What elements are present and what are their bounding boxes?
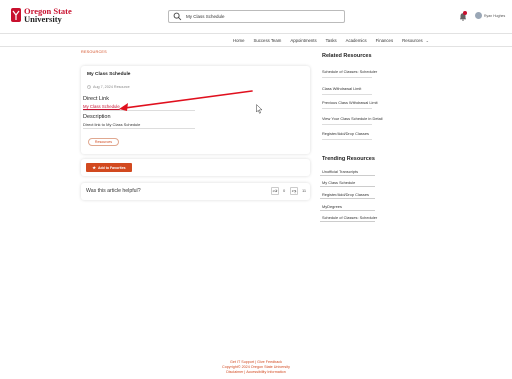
user-name: Ryan Hughes bbox=[484, 13, 506, 18]
osu-logo-mark-icon bbox=[11, 8, 21, 22]
thumbs-up-count: 0 bbox=[283, 188, 286, 193]
page-footer: Get IT Support | Give Feedback Copyright… bbox=[0, 360, 512, 375]
nav-appointments[interactable]: Appointments bbox=[290, 38, 316, 43]
add-to-favorites-button[interactable]: ★ Add to Favorites bbox=[86, 163, 132, 172]
description-label: Description bbox=[83, 114, 111, 120]
nav-divider bbox=[0, 46, 512, 47]
related-link[interactable]: View Your Class Schedule in Detail bbox=[322, 116, 382, 121]
nav-tasks[interactable]: Tasks bbox=[326, 38, 337, 43]
helpful-card: Was this article helpful? 👍︎ 0 👎︎ 11 bbox=[81, 183, 310, 200]
clock-icon bbox=[87, 85, 91, 89]
annotation-arrow-icon bbox=[119, 90, 253, 111]
side-divider bbox=[320, 175, 375, 176]
thumbs-down-icon: 👎︎ bbox=[291, 188, 297, 193]
nav-resources[interactable]: Resources ⌄ bbox=[402, 38, 429, 43]
nav-success-team[interactable]: Success Team bbox=[254, 38, 282, 43]
osu-logo[interactable]: Oregon State University bbox=[10, 6, 72, 24]
helpful-question: Was this article helpful? bbox=[86, 188, 141, 194]
nav-resources-label: Resources bbox=[402, 37, 423, 43]
side-divider bbox=[322, 124, 372, 125]
search-icon bbox=[173, 12, 182, 21]
trending-link[interactable]: My Class Schedule bbox=[322, 180, 355, 185]
mouse-cursor-icon bbox=[256, 104, 263, 114]
trending-link[interactable]: Register/Add/Drop Classes bbox=[322, 192, 369, 197]
side-divider bbox=[322, 77, 372, 78]
side-divider bbox=[320, 198, 375, 199]
search-value: My Class Schedule bbox=[186, 14, 225, 19]
nav-finances[interactable]: Finances bbox=[376, 38, 393, 43]
avatar bbox=[475, 12, 482, 19]
resource-tag[interactable]: Resources bbox=[88, 138, 119, 146]
thumbs-up-icon: 👍︎ bbox=[272, 188, 278, 193]
trending-resources-heading: Trending Resources bbox=[322, 156, 375, 162]
related-link[interactable]: Class Withdrawal Limit bbox=[322, 86, 361, 91]
side-divider bbox=[320, 186, 375, 187]
side-divider bbox=[322, 139, 372, 140]
thumbs-down-button[interactable]: 👎︎ bbox=[290, 187, 298, 195]
search-input[interactable]: My Class Schedule bbox=[168, 10, 345, 23]
nav-home[interactable]: Home bbox=[233, 38, 244, 43]
trending-link[interactable]: MyDegrees bbox=[322, 204, 342, 209]
favorites-card: ★ Add to Favorites bbox=[81, 159, 310, 176]
article-title: My Class Schedule bbox=[87, 72, 131, 77]
side-divider bbox=[322, 94, 372, 95]
notification-badge bbox=[463, 11, 467, 15]
related-link[interactable]: Schedule of Classes: Scheduler bbox=[322, 69, 377, 74]
main-nav: Home Success Team Appointments Tasks Aca… bbox=[233, 35, 429, 45]
trending-link[interactable]: Unofficial Transcripts bbox=[322, 169, 358, 174]
trending-link[interactable]: Schedule of Classes: Scheduler bbox=[322, 215, 377, 220]
nav-academics[interactable]: Academics bbox=[346, 38, 367, 43]
related-link[interactable]: Register/Add/Drop Classes bbox=[322, 131, 369, 136]
thumbs-down-count: 11 bbox=[302, 188, 307, 193]
header-divider bbox=[0, 33, 512, 34]
direct-link-label: Direct Link bbox=[83, 96, 109, 102]
logo-text-line2: University bbox=[24, 14, 62, 24]
thumbs-up-button[interactable]: 👍︎ bbox=[271, 187, 279, 195]
user-menu[interactable]: Ryan Hughes bbox=[475, 12, 505, 19]
side-divider bbox=[320, 221, 375, 222]
side-divider bbox=[322, 108, 372, 109]
related-resources-heading: Related Resources bbox=[322, 53, 372, 59]
star-icon: ★ bbox=[92, 165, 96, 170]
field-divider bbox=[83, 128, 195, 129]
side-divider bbox=[320, 210, 375, 211]
related-link[interactable]: Previous Class Withdrawal Limit bbox=[322, 100, 378, 105]
description-value: Direct link to My Class Schedule bbox=[83, 122, 141, 127]
footer-legal-links[interactable]: Disclaimer | Accessibility Information bbox=[0, 370, 512, 375]
breadcrumb[interactable]: RESOURCES bbox=[81, 50, 107, 54]
top-header: Oregon State University My Class Schedul… bbox=[0, 0, 512, 33]
add-to-favorites-label: Add to Favorites bbox=[97, 165, 126, 170]
chevron-down-icon: ⌄ bbox=[425, 37, 429, 43]
